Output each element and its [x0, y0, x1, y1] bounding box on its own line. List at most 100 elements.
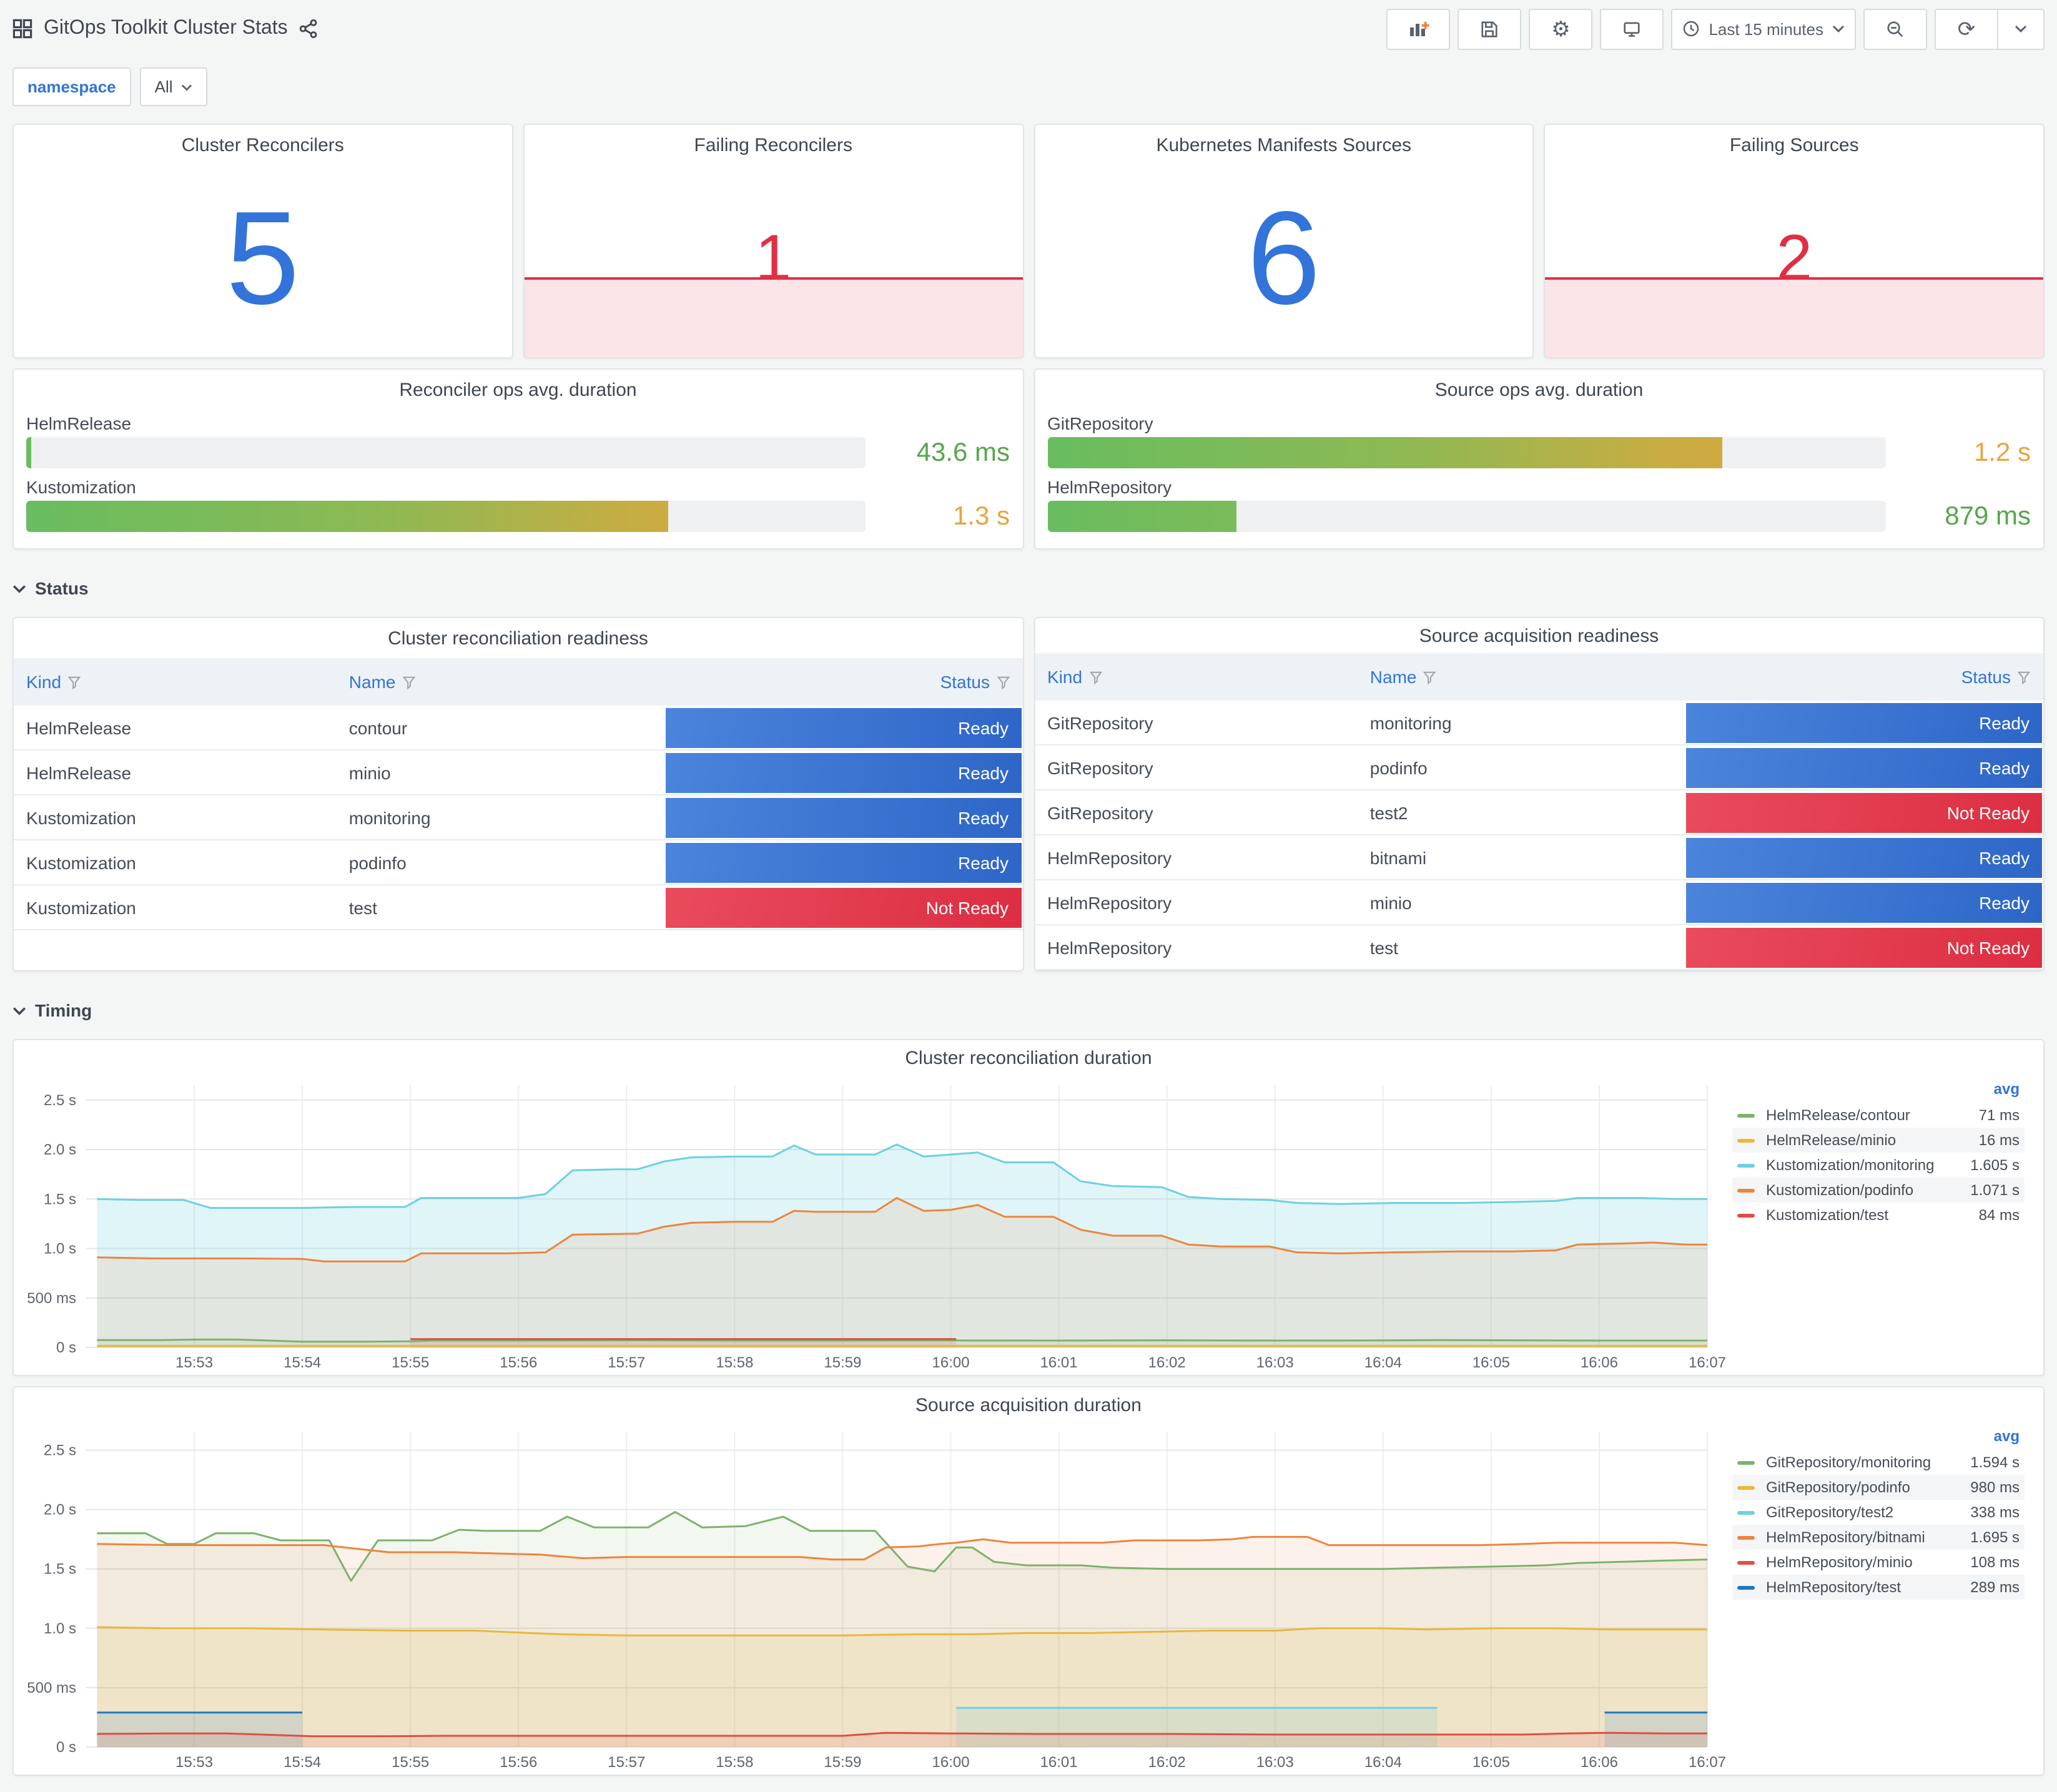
panel-title[interactable]: Failing Sources: [1546, 125, 2044, 160]
series-avg-value: 1.071 s: [1970, 1181, 2020, 1199]
status-badge: Ready: [665, 797, 1021, 837]
legend-item[interactable]: HelmRepository/test 289 ms: [1732, 1575, 2025, 1600]
dashboard-grid-icon[interactable]: [12, 19, 32, 39]
panel-title[interactable]: Cluster Reconcilers: [14, 125, 512, 160]
filter-funnel-icon: [67, 676, 81, 690]
gauge-value: 1.2 s: [1973, 438, 2031, 466]
table-row: Kustomization test Not Ready: [14, 885, 1022, 930]
gauge-label: GitRepository: [1047, 413, 1153, 433]
refresh-icon: ⟳: [1957, 17, 1976, 41]
stat-value: 2: [1776, 222, 1813, 295]
refresh-button[interactable]: ⟳: [1935, 8, 1998, 49]
table-body: GitRepository monitoring Ready GitRepositor…: [1035, 701, 2043, 970]
panel-title[interactable]: Source acquisition readiness: [1035, 618, 2043, 648]
filter-funnel-icon: [996, 676, 1010, 690]
legend-item[interactable]: GitRepository/test2 338 ms: [1732, 1500, 2025, 1525]
page-title: GitOps Toolkit Cluster Stats: [44, 17, 288, 39]
share-icon[interactable]: [299, 19, 319, 39]
panel-title[interactable]: Source ops avg. duration: [1035, 370, 2043, 405]
variables-row: namespace All: [12, 67, 2045, 106]
legend-item[interactable]: GitRepository/podinfo 980 ms: [1732, 1475, 2025, 1500]
svg-text:15:59: 15:59: [824, 1754, 861, 1771]
legend-item[interactable]: Kustomization/podinfo 1.071 s: [1732, 1178, 2025, 1203]
svg-text:15:56: 15:56: [500, 1354, 537, 1371]
gauge-track: [1047, 437, 1886, 468]
column-header-status[interactable]: Status: [664, 658, 1022, 706]
save-dashboard-button[interactable]: [1458, 8, 1522, 49]
column-header-status[interactable]: Status: [1685, 653, 2043, 701]
legend-item[interactable]: Kustomization/monitoring 1.605 s: [1732, 1153, 2025, 1178]
variable-value-dropdown[interactable]: All: [139, 67, 208, 106]
section-header-timing[interactable]: Timing: [12, 982, 2045, 1039]
series-name: Kustomization/test: [1766, 1206, 1889, 1224]
series-color-marker: [1737, 1163, 1755, 1167]
time-series-plot[interactable]: 15:53 15:54 15:55 15:56 15:57 15:58 15:59 16:00…: [21, 1070, 1726, 1372]
table-row: Kustomization monitoring Ready: [14, 795, 1022, 840]
cell-name: test: [336, 885, 664, 930]
series-color-marker: [1737, 1213, 1755, 1217]
series-name: HelmRepository/test: [1766, 1578, 1902, 1596]
refresh-interval-dropdown[interactable]: [1998, 8, 2045, 49]
gauges-row: Reconciler ops avg. duration HelmRelease…: [12, 368, 2045, 549]
svg-text:15:58: 15:58: [716, 1354, 753, 1371]
legend-item[interactable]: GitRepository/monitoring 1.594 s: [1732, 1450, 2025, 1475]
column-header-name[interactable]: Name: [336, 658, 664, 706]
legend-item[interactable]: HelmRepository/bitnami 1.695 s: [1732, 1525, 2025, 1550]
status-badge: Ready: [1686, 702, 2042, 742]
series-avg-value: 16 ms: [1978, 1131, 2020, 1149]
cell-name: monitoring: [1357, 701, 1685, 746]
gauge-track: [1047, 501, 1886, 532]
panel-title[interactable]: Failing Reconcilers: [525, 125, 1023, 160]
column-header-name[interactable]: Name: [1357, 653, 1685, 701]
panel-title[interactable]: Kubernetes Manifests Sources: [1035, 125, 1533, 160]
time-series-plot[interactable]: 15:53 15:54 15:55 15:56 15:57 15:58 15:59 16:00…: [21, 1417, 1726, 1772]
dashboard-header: GitOps Toolkit Cluster Stats ⚙ Last 15 m…: [12, 0, 2045, 57]
table-body: HelmRelease contour Ready HelmRelease minio R…: [14, 706, 1022, 930]
legend-avg-header[interactable]: avg: [1732, 1080, 2025, 1103]
zoom-out-time-button[interactable]: [1863, 8, 1927, 49]
svg-text:16:00: 16:00: [932, 1754, 970, 1771]
column-header-kind[interactable]: Kind: [1035, 653, 1358, 701]
cell-kind: Kustomization: [14, 885, 337, 930]
cell-status: Not Ready: [664, 885, 1022, 930]
add-panel-button[interactable]: [1386, 8, 1451, 49]
legend-item[interactable]: Kustomization/test 84 ms: [1732, 1203, 2025, 1228]
cell-kind: GitRepository: [1035, 701, 1358, 746]
column-header-kind[interactable]: Kind: [14, 658, 337, 706]
cell-status: Ready: [664, 795, 1022, 840]
gauge-fill: [1047, 501, 1236, 532]
legend-item[interactable]: HelmRepository/minio 108 ms: [1732, 1550, 2025, 1575]
cell-status: Ready: [1685, 880, 2043, 925]
time-range-picker[interactable]: Last 15 minutes: [1671, 8, 1856, 49]
stat-value: 6: [1246, 185, 1321, 332]
status-badge: Ready: [1686, 882, 2042, 922]
gauge-fill: [1047, 437, 1723, 468]
svg-text:0 s: 0 s: [56, 1739, 76, 1756]
panel-title[interactable]: Cluster reconciliation duration: [14, 1040, 2043, 1070]
panel-title[interactable]: Cluster reconciliation readiness: [14, 618, 1022, 653]
status-badge: Not Ready: [665, 887, 1021, 927]
filter-funnel-icon: [1088, 671, 1102, 685]
chart-legend: avg HelmRelease/contour 71 ms HelmRelease/…: [1720, 1070, 2035, 1372]
legend-avg-header[interactable]: avg: [1732, 1427, 2025, 1450]
legend-item[interactable]: HelmRelease/minio 16 ms: [1732, 1128, 2025, 1153]
cycle-view-mode-button[interactable]: [1600, 8, 1664, 49]
filter-funnel-icon: [2017, 671, 2031, 685]
gauge-row: Kustomization 1.3 s: [26, 477, 1010, 532]
series-avg-value: 338 ms: [1970, 1504, 2020, 1521]
svg-text:16:04: 16:04: [1364, 1754, 1402, 1771]
cell-status: Ready: [1685, 701, 2043, 746]
series-color-marker: [1737, 1188, 1755, 1192]
section-header-status[interactable]: Status: [12, 559, 2045, 617]
svg-text:500 ms: 500 ms: [27, 1290, 76, 1307]
table-row: HelmRepository test Not Ready: [1035, 925, 2043, 970]
dashboard-settings-button[interactable]: ⚙: [1529, 8, 1593, 49]
series-color-marker: [1737, 1535, 1755, 1539]
panel-title[interactable]: Reconciler ops avg. duration: [14, 370, 1022, 405]
cell-kind: Kustomization: [14, 795, 337, 840]
stats-row: Cluster Reconcilers 5 Failing Reconciler…: [12, 124, 2045, 358]
stat-panel-failing-sources: Failing Sources 2: [1544, 124, 2045, 358]
table-row: GitRepository monitoring Ready: [1035, 701, 2043, 746]
panel-title[interactable]: Source acquisition duration: [14, 1387, 2043, 1417]
legend-item[interactable]: HelmRelease/contour 71 ms: [1732, 1103, 2025, 1128]
